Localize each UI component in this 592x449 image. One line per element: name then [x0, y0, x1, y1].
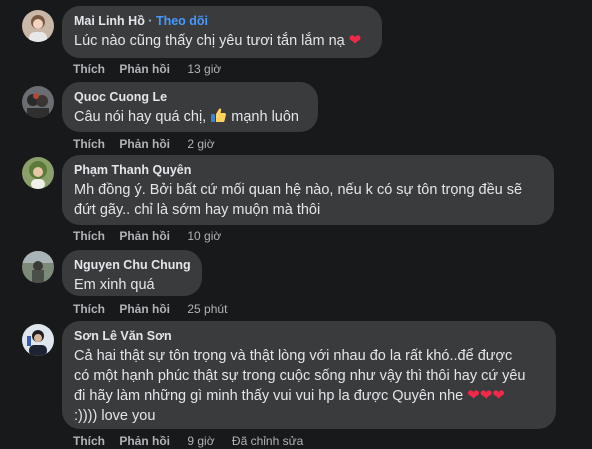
comment-text-line: đứt gãy.. chỉ là sớm hay muộn mà thôi — [74, 202, 321, 218]
avatar[interactable] — [22, 157, 54, 189]
comment-text-line: :)))) love you — [74, 408, 156, 424]
comment-text-line: Mh đồng ý. Bởi bất cứ mối quan hệ nào, n… — [74, 182, 523, 198]
author-name[interactable]: Quoc Cuong Le — [74, 89, 306, 105]
comment-bubble: Nguyen Chu Chung Em xinh quá — [62, 250, 202, 296]
author-name[interactable]: Mai Linh Hồ — [74, 14, 145, 28]
timestamp[interactable]: 13 giờ — [187, 62, 221, 76]
heart-emoji-icon: ❤ — [348, 32, 362, 49]
follow-button[interactable]: Theo dõi — [156, 14, 208, 28]
timestamp[interactable]: 2 giờ — [187, 137, 214, 151]
comment-bubble: Mai Linh Hồ · Theo dõi Lúc nào cũng thấy… — [62, 6, 382, 58]
timestamp[interactable]: 9 giờ — [187, 434, 214, 448]
comment-text-line: đi hãy làm những gì minh thấy vui vui hp… — [74, 388, 464, 404]
timestamp[interactable]: 10 giờ — [187, 229, 221, 243]
comment-text: Câu nói hay quá chị, — [74, 109, 207, 125]
avatar[interactable] — [22, 86, 54, 118]
comment-text-line: có một hạnh phúc thật sự trong cuộc sống… — [74, 368, 526, 384]
heart-emoji-icon: ❤❤❤ — [467, 387, 505, 404]
comment-text: Em xinh quá — [74, 277, 155, 293]
reply-button[interactable]: Phản hồi — [119, 302, 170, 316]
author-name[interactable]: Nguyen Chu Chung — [74, 257, 191, 273]
like-button[interactable]: Thích — [73, 62, 105, 76]
edited-label[interactable]: Đã chỉnh sửa — [232, 434, 303, 448]
reply-button[interactable]: Phản hồi — [119, 62, 170, 76]
timestamp[interactable]: 25 phút — [187, 302, 227, 316]
reply-button[interactable]: Phản hồi — [119, 229, 170, 243]
comment-bubble: Phạm Thanh Quyên Mh đồng ý. Bởi bất cứ m… — [62, 155, 554, 225]
separator: · — [144, 14, 156, 28]
reply-button[interactable]: Phản hồi — [119, 137, 170, 151]
avatar[interactable] — [22, 324, 54, 356]
author-name[interactable]: Phạm Thanh Quyên — [74, 162, 542, 178]
comment-text-end: mạnh luôn — [231, 109, 299, 125]
like-button[interactable]: Thích — [73, 302, 105, 316]
avatar[interactable] — [22, 10, 54, 42]
comment-text: Lúc nào cũng thấy chị yêu tươi tắn lắm n… — [74, 33, 345, 49]
thumbs-up-icon — [210, 107, 227, 124]
like-button[interactable]: Thích — [73, 137, 105, 151]
comment-bubble: Sơn Lê Văn Sơn Cả hai thật sự tôn trọng … — [62, 321, 556, 429]
comment-text-line: Cả hai thật sự tôn trọng và thật lòng vớ… — [74, 348, 513, 364]
comment-bubble: Quoc Cuong Le Câu nói hay quá chị, mạnh … — [62, 82, 318, 132]
author-name[interactable]: Sơn Lê Văn Sơn — [74, 328, 544, 344]
like-button[interactable]: Thích — [73, 229, 105, 243]
reply-button[interactable]: Phản hồi — [119, 434, 170, 448]
like-button[interactable]: Thích — [73, 434, 105, 448]
avatar[interactable] — [22, 251, 54, 283]
